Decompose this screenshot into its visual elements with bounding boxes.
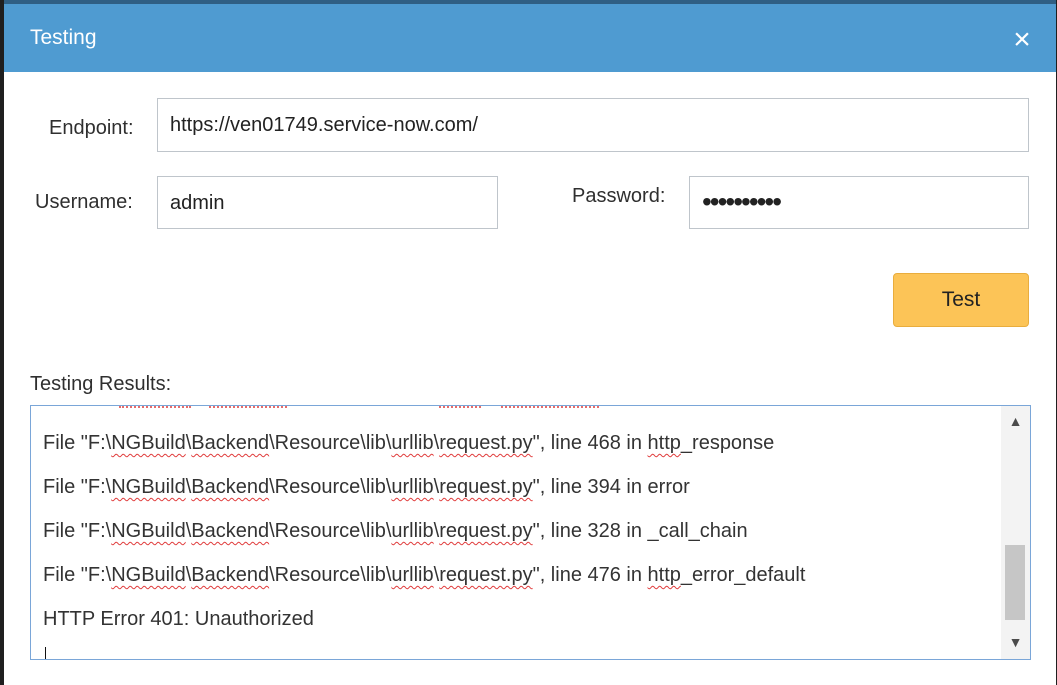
result-line: File "F:\NGBuild\Backend\Resource\lib\ur…	[43, 561, 805, 589]
result-line: File "F:\NGBuild\Backend\Resource\lib\ur…	[43, 429, 774, 457]
result-text: _error_default	[680, 564, 806, 586]
spellcheck-word: Backend	[191, 520, 270, 542]
dialog-title: Testing	[30, 26, 97, 49]
spellcheck-word: NGBuild	[111, 432, 186, 454]
result-text: ", line 328 in _call_chain	[532, 520, 748, 542]
result-line: HTTP Error 401: Unauthorized	[43, 605, 314, 633]
dialog-title-bar: Testing ×	[4, 0, 1056, 72]
spellcheck-word: request.py	[439, 432, 533, 454]
result-text: File "F:\	[43, 564, 112, 586]
result-text: File "F:\	[43, 476, 112, 498]
password-field[interactable]: ••••••••••	[689, 176, 1029, 229]
result-text: \Resource\lib\	[269, 564, 392, 586]
result-text: File "F:\	[43, 432, 112, 454]
spellcheck-word: urllib	[391, 476, 434, 498]
result-text: \Resource\lib\	[269, 520, 392, 542]
previous-line-cutoff	[111, 406, 811, 410]
result-text: _response	[680, 432, 775, 454]
spellcheck-word: request.py	[439, 520, 533, 542]
triangle-down-icon[interactable]: ▼	[1001, 631, 1030, 653]
spellcheck-word: NGBuild	[111, 564, 186, 586]
username-field[interactable]: admin	[157, 176, 498, 229]
endpoint-label: Endpoint:	[49, 117, 134, 139]
testing-results-label: Testing Results:	[30, 373, 172, 395]
result-text: ", line 394 in error	[532, 476, 690, 498]
testing-results-textarea[interactable]: File "F:\NGBuild\Backend\Resource\lib\ur…	[30, 405, 1031, 660]
spellcheck-word: NGBuild	[111, 476, 186, 498]
result-text: \Resource\lib\	[269, 476, 392, 498]
scrollbar-thumb[interactable]	[1005, 545, 1025, 620]
results-content[interactable]: File "F:\NGBuild\Backend\Resource\lib\ur…	[31, 406, 1001, 659]
result-text: File "F:\	[43, 520, 112, 542]
spellcheck-word: request.py	[439, 476, 533, 498]
vertical-scrollbar[interactable]: ▲ ▼	[1001, 406, 1030, 659]
spellcheck-word: request.py	[439, 564, 533, 586]
spellcheck-word: urllib	[391, 564, 434, 586]
endpoint-field[interactable]: https://ven01749.service-now.com/	[157, 98, 1029, 152]
result-line: File "F:\NGBuild\Backend\Resource\lib\ur…	[43, 517, 748, 545]
text-cursor	[45, 647, 46, 659]
spellcheck-word: urllib	[391, 520, 434, 542]
spellcheck-word: Backend	[191, 564, 270, 586]
close-icon[interactable]: ×	[1008, 25, 1036, 55]
result-line: File "F:\NGBuild\Backend\Resource\lib\ur…	[43, 473, 690, 501]
spellcheck-word: urllib	[391, 432, 434, 454]
password-label: Password:	[572, 185, 666, 207]
spellcheck-word: Backend	[191, 432, 270, 454]
test-button[interactable]: Test	[893, 273, 1029, 327]
spellcheck-word: Backend	[191, 476, 270, 498]
spellcheck-word: NGBuild	[111, 520, 186, 542]
result-text: ", line 468 in	[532, 432, 648, 454]
spellcheck-word: http	[647, 564, 681, 586]
spellcheck-word: http	[647, 432, 681, 454]
username-label: Username:	[35, 191, 133, 213]
result-text: ", line 476 in	[532, 564, 648, 586]
result-text: HTTP Error 401: Unauthorized	[43, 608, 314, 630]
triangle-up-icon[interactable]: ▲	[1001, 410, 1030, 432]
result-text: \Resource\lib\	[269, 432, 392, 454]
testing-dialog: Testing × Endpoint: https://ven01749.ser…	[4, 0, 1056, 685]
